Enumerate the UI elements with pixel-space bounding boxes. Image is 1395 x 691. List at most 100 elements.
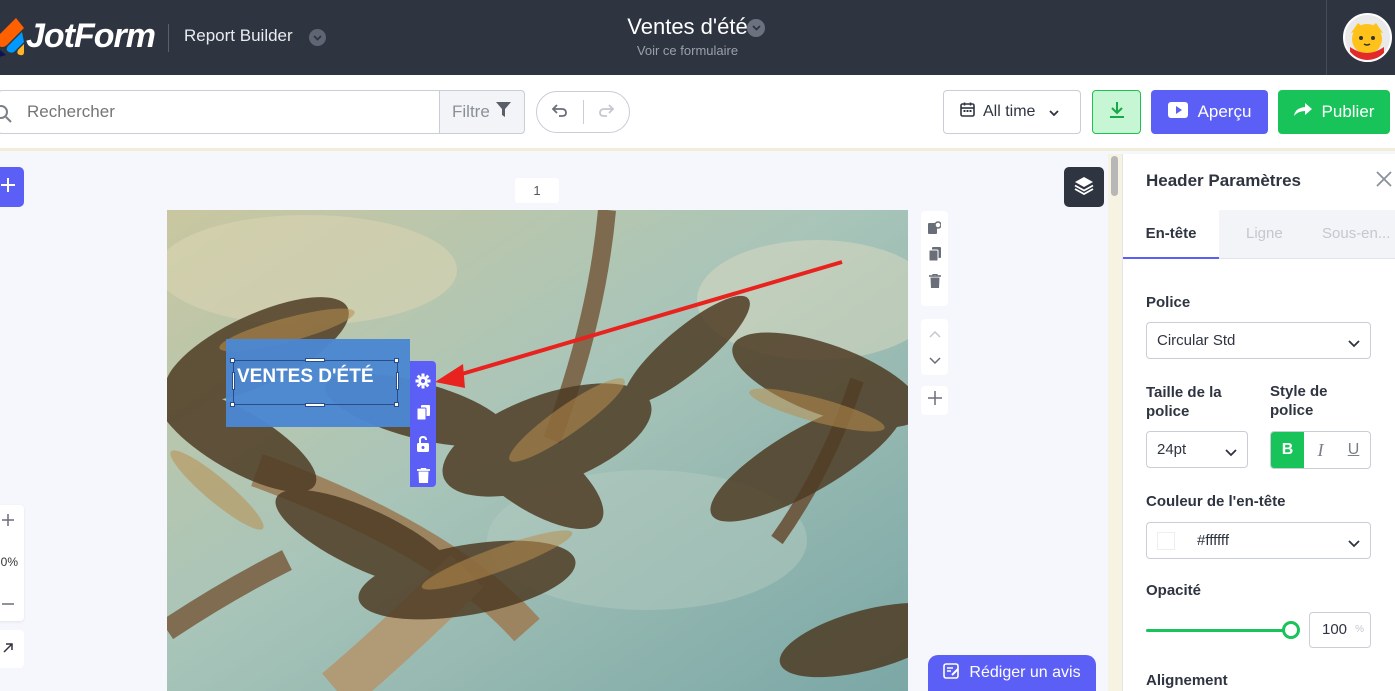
opacity-slider-track[interactable] — [1146, 629, 1290, 632]
trash-icon[interactable] — [416, 467, 430, 488]
tab-line[interactable]: Ligne — [1246, 210, 1283, 259]
opacity-unit: % — [1355, 624, 1364, 635]
download-button[interactable] — [1092, 90, 1141, 134]
form-title-text: Ventes d'été — [627, 14, 748, 39]
header-color-label: Couleur de l'en-tête — [1146, 493, 1286, 510]
date-range-select[interactable]: All time — [943, 90, 1081, 134]
search-input[interactable] — [27, 91, 427, 133]
toolbar: Filtre All time — [0, 75, 1395, 151]
write-review-button[interactable]: Rédiger un avis — [928, 655, 1096, 691]
page-settings-icon[interactable] — [928, 221, 942, 239]
page-tools — [921, 211, 948, 306]
resize-handle[interactable] — [305, 403, 325, 407]
resize-handle[interactable] — [396, 372, 399, 390]
resize-handle[interactable] — [232, 372, 235, 390]
undo-redo-group — [536, 91, 630, 133]
redo-icon — [598, 102, 615, 123]
zoom-in-button[interactable] — [0, 505, 24, 535]
publish-button[interactable]: Publier — [1278, 90, 1390, 134]
font-style-label: Style de police — [1270, 383, 1328, 419]
form-title[interactable]: Ventes d'été — [0, 14, 1375, 40]
color-swatch — [1157, 531, 1175, 550]
form-title-chevron-icon[interactable] — [747, 19, 765, 37]
font-select[interactable]: Circular Std — [1146, 322, 1371, 359]
search-box[interactable] — [0, 90, 440, 134]
divider — [1326, 0, 1327, 75]
font-size-value: 24pt — [1157, 441, 1187, 458]
resize-handle[interactable] — [230, 402, 235, 407]
panel-title: Header Paramètres — [1146, 171, 1301, 190]
resize-handle[interactable] — [305, 358, 325, 362]
filter-button[interactable]: Filtre — [439, 90, 525, 134]
publish-label: Publier — [1321, 102, 1375, 121]
font-label: Police — [1146, 294, 1191, 311]
header-color-select[interactable]: #ffffff — [1146, 522, 1371, 559]
page-move-controls — [921, 319, 948, 375]
download-icon — [1108, 101, 1126, 124]
header-color-value: #ffffff — [1197, 532, 1229, 549]
share-arrow-icon — [1293, 102, 1312, 122]
chevron-down-icon[interactable] — [928, 351, 941, 369]
layers-button[interactable] — [1064, 167, 1104, 207]
expand-arrow-icon — [3, 640, 13, 658]
chevron-down-icon — [1049, 103, 1060, 121]
gear-icon[interactable] — [415, 373, 431, 394]
italic-button[interactable]: I — [1304, 432, 1337, 468]
zoom-out-button[interactable] — [0, 589, 24, 619]
chevron-down-icon — [1348, 335, 1360, 352]
header-text[interactable]: VENTES D'ÉTÉ — [237, 366, 374, 388]
tab-header[interactable]: En-tête — [1123, 210, 1219, 259]
add-element-button[interactable] — [0, 167, 24, 207]
layers-icon — [1074, 175, 1094, 200]
filter-label: Filtre — [452, 102, 490, 121]
opacity-label: Opacité — [1146, 582, 1202, 599]
palm-trees-image[interactable] — [167, 210, 908, 691]
copy-icon[interactable] — [416, 405, 430, 425]
chevron-down-icon — [1348, 535, 1360, 552]
view-form-link[interactable]: Voir ce formulaire — [0, 43, 1375, 58]
panel-tabs: En-tête Ligne Sous-en... — [1123, 210, 1395, 259]
vertical-scrollbar[interactable] — [1108, 154, 1122, 691]
calendar-icon — [960, 102, 975, 122]
opacity-slider-thumb[interactable] — [1282, 621, 1300, 639]
redo-button[interactable] — [583, 92, 629, 132]
plus-icon — [927, 391, 942, 410]
opacity-input[interactable]: 100 % — [1309, 612, 1371, 648]
preview-button[interactable]: Aperçu — [1151, 90, 1268, 134]
date-range-value: All time — [983, 103, 1036, 120]
tab-subheader[interactable]: Sous-en... — [1322, 210, 1390, 259]
plus-icon — [0, 177, 16, 198]
play-icon — [1167, 101, 1188, 123]
preview-label: Aperçu — [1197, 102, 1252, 121]
resize-handle[interactable] — [394, 402, 399, 407]
unlock-icon[interactable] — [416, 435, 430, 457]
copy-icon[interactable] — [928, 247, 941, 266]
trash-icon[interactable] — [928, 273, 941, 293]
close-icon[interactable] — [1375, 170, 1393, 193]
search-icon — [0, 104, 13, 129]
fit-screen-button[interactable] — [0, 630, 24, 668]
avatar[interactable] — [1343, 13, 1392, 62]
font-size-select[interactable]: 24pt — [1146, 431, 1248, 468]
write-review-label: Rédiger un avis — [969, 664, 1081, 681]
element-toolbar — [410, 361, 436, 487]
bold-button[interactable]: B — [1271, 432, 1304, 468]
font-size-label: Taille de la police — [1146, 384, 1222, 420]
chevron-up-icon[interactable] — [928, 325, 941, 343]
undo-button[interactable] — [537, 92, 583, 132]
alignment-label: Alignement — [1146, 672, 1228, 689]
scrollbar-thumb[interactable] — [1111, 156, 1118, 196]
add-page-button[interactable] — [921, 386, 948, 415]
undo-icon — [551, 102, 568, 123]
edit-note-icon — [943, 662, 960, 684]
opacity-value: 100 — [1322, 621, 1348, 638]
chevron-down-icon — [1225, 444, 1237, 461]
resize-handle[interactable] — [230, 358, 235, 363]
font-value: Circular Std — [1157, 332, 1236, 349]
top-bar: JotForm Report Builder Ventes d'été Voir… — [0, 0, 1395, 75]
resize-handle[interactable] — [394, 358, 399, 363]
zoom-controls: 0% — [0, 505, 24, 621]
zoom-level: 0% — [0, 555, 18, 569]
underline-button[interactable]: U — [1337, 432, 1370, 468]
page-number: 1 — [515, 178, 559, 203]
